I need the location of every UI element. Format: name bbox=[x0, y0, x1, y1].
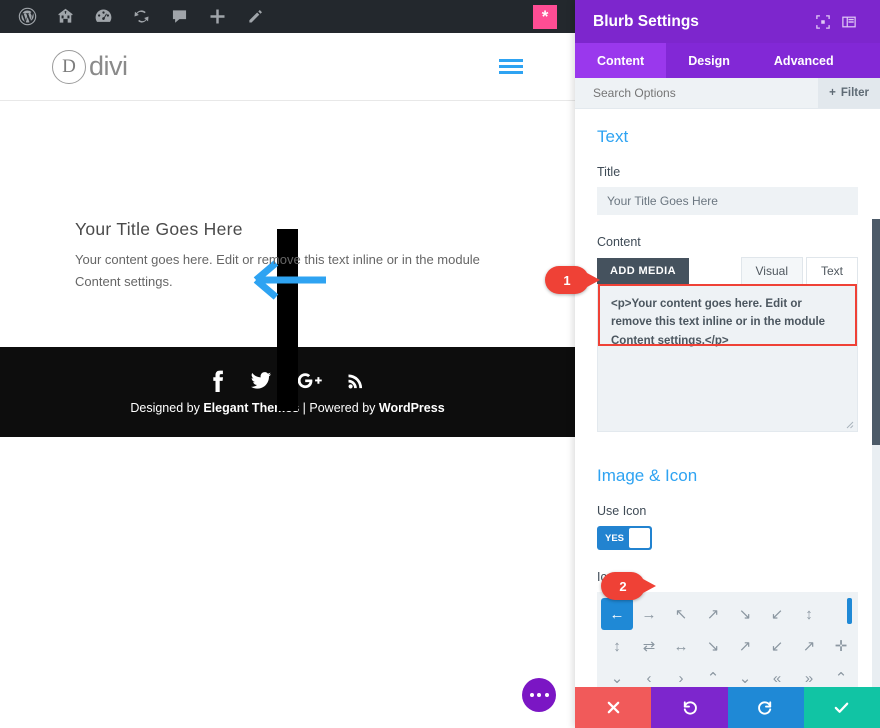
title-field-label: Title bbox=[597, 165, 621, 179]
settings-scroll-area[interactable]: Text Title Content ADD MEDIA Visual Text… bbox=[575, 109, 880, 687]
icon-move-icon[interactable]: ✛ bbox=[825, 630, 857, 662]
logo-mark-icon: D bbox=[52, 49, 86, 84]
tab-design[interactable]: Design bbox=[666, 43, 752, 78]
logo-text: divi bbox=[89, 51, 128, 81]
wp-admin-bar: * bbox=[0, 0, 575, 33]
icon-chevron-right-icon[interactable]: › bbox=[665, 662, 697, 687]
settings-tabs: Content Design Advanced bbox=[575, 43, 880, 78]
icon-chevron-down-icon[interactable]: ⌄ bbox=[601, 662, 633, 687]
filter-label: Filter bbox=[840, 87, 869, 99]
icon-arrow-left-icon[interactable]: ← bbox=[601, 598, 633, 630]
icon-expand-up-right-icon[interactable]: ↗ bbox=[729, 630, 761, 662]
rss-icon[interactable] bbox=[346, 370, 366, 392]
filter-button[interactable]: + Filter bbox=[818, 78, 880, 108]
icon-chevron-left-icon[interactable]: ‹ bbox=[633, 662, 665, 687]
redo-button[interactable] bbox=[727, 687, 804, 728]
section-title-text: Text bbox=[597, 127, 629, 146]
wordpress-icon[interactable] bbox=[8, 0, 46, 33]
credit-mid: | Powered by bbox=[299, 400, 379, 415]
tab-text[interactable]: Text bbox=[805, 257, 858, 284]
new-content-icon[interactable] bbox=[198, 0, 236, 33]
icon-arrow-up-right-icon[interactable]: ↗ bbox=[697, 598, 729, 630]
icon-exchange-icon[interactable]: ⇄ bbox=[633, 630, 665, 662]
add-media-button[interactable]: ADD MEDIA bbox=[597, 258, 689, 284]
icon-row: ↕ ⇄ ↔ ↘ ↗ ↙ ↗ ✛ ⌃ bbox=[601, 630, 854, 662]
site-header: D divi bbox=[0, 33, 575, 101]
icon-chevron-up-icon[interactable]: ⌃ bbox=[857, 630, 858, 662]
preview-body: Your Title Goes Here Your content goes h… bbox=[0, 101, 575, 411]
content-field-label: Content bbox=[597, 235, 641, 249]
icon-circle-chevron-down-icon[interactable]: ⌄ bbox=[857, 662, 858, 687]
icon-grid-scrollbar[interactable] bbox=[847, 598, 852, 624]
icon-circle-chevron-up-icon[interactable]: ⌃ bbox=[825, 662, 857, 687]
facebook-icon[interactable] bbox=[209, 370, 226, 392]
undo-button[interactable] bbox=[651, 687, 728, 728]
credit-brand-wordpress[interactable]: WordPress bbox=[379, 401, 445, 415]
edit-icon[interactable] bbox=[236, 0, 274, 33]
cancel-button[interactable] bbox=[575, 687, 652, 728]
hamburger-icon[interactable] bbox=[499, 59, 523, 74]
save-button[interactable] bbox=[803, 687, 880, 728]
icon-expand-down-right-icon[interactable]: ↘ bbox=[697, 630, 729, 662]
settings-header: Blurb Settings bbox=[575, 0, 880, 43]
credit-prefix: Designed by bbox=[130, 400, 204, 415]
icon-collapse-up-left-icon[interactable]: ↙ bbox=[761, 630, 793, 662]
responsive-preview-icon[interactable] bbox=[810, 9, 836, 35]
content-textarea-value: <p>Your content goes here. Edit or remov… bbox=[611, 298, 826, 347]
section-title-image-icon: Image & Icon bbox=[597, 466, 698, 485]
tab-visual[interactable]: Visual bbox=[740, 257, 803, 284]
blurb-settings-panel: Blurb Settings Content Design Advanced +… bbox=[575, 0, 880, 728]
editor-toolbar: ADD MEDIA Visual Text bbox=[597, 257, 858, 284]
search-bar: + Filter bbox=[575, 78, 880, 109]
blurb-body: Your content goes here. Edit or remove t… bbox=[75, 252, 480, 290]
settings-action-bar bbox=[575, 687, 880, 728]
content-textarea[interactable]: <p>Your content goes here. Edit or remov… bbox=[597, 284, 858, 432]
divi-builder-screen: * D divi Your Title Goes Here Your conte… bbox=[0, 0, 880, 728]
tab-advanced[interactable]: Advanced bbox=[752, 43, 856, 78]
icon-expand-diagonal-icon[interactable]: ↗ bbox=[793, 630, 825, 662]
use-icon-toggle-value: YES bbox=[605, 532, 625, 544]
home-icon[interactable] bbox=[46, 0, 84, 33]
icon-arrow-up-left-icon[interactable]: ↖ bbox=[665, 598, 697, 630]
dashboard-icon[interactable] bbox=[84, 0, 122, 33]
site-preview: * D divi Your Title Goes Here Your conte… bbox=[0, 0, 575, 728]
icon-arrow-down-right-icon[interactable]: ↘ bbox=[729, 598, 761, 630]
site-logo[interactable]: D divi bbox=[52, 49, 128, 84]
blurb-module[interactable]: Your Title Goes Here Your content goes h… bbox=[75, 219, 495, 293]
icon-row: ← → ↖ ↗ ↘ ↙ ↕ bbox=[601, 598, 854, 630]
editor-mode-tabs: Visual Text bbox=[740, 257, 858, 284]
resize-grip-icon[interactable] bbox=[844, 419, 854, 429]
divi-badge-icon[interactable]: * bbox=[533, 4, 557, 29]
updates-icon[interactable] bbox=[122, 0, 160, 33]
icon-arrows-vertical-icon[interactable]: ↕ bbox=[793, 598, 825, 630]
icon-double-chevron-up-icon[interactable]: ⌃ bbox=[697, 662, 729, 687]
callout-1: 1 bbox=[545, 266, 600, 294]
icon-double-chevron-left-icon[interactable]: « bbox=[761, 662, 793, 687]
use-icon-label: Use Icon bbox=[597, 504, 647, 518]
more-options-icon[interactable] bbox=[522, 678, 556, 712]
icon-double-chevron-down-icon[interactable]: ⌄ bbox=[729, 662, 761, 687]
plus-icon: + bbox=[829, 87, 836, 99]
icon-resize-vertical-icon[interactable]: ↕ bbox=[601, 630, 633, 662]
page-title: Blurb Settings bbox=[593, 12, 699, 30]
panel-scrollbar-thumb[interactable] bbox=[872, 219, 880, 445]
blurb-title: Your Title Goes Here bbox=[75, 219, 243, 239]
twitter-icon[interactable] bbox=[250, 370, 272, 392]
toggle-knob bbox=[629, 528, 650, 548]
tab-content[interactable]: Content bbox=[575, 43, 667, 78]
use-icon-toggle[interactable]: YES bbox=[597, 526, 652, 550]
icon-double-chevron-right-icon[interactable]: » bbox=[793, 662, 825, 687]
title-input[interactable] bbox=[597, 187, 858, 215]
layout-toggle-icon[interactable] bbox=[836, 9, 862, 35]
search-input[interactable] bbox=[593, 86, 819, 100]
comments-icon[interactable] bbox=[160, 0, 198, 33]
icon-row: ⌄ ‹ › ⌃ ⌄ « » ⌃ ⌄ bbox=[601, 662, 857, 688]
google-plus-icon[interactable] bbox=[296, 370, 322, 392]
icon-arrows-horizontal-icon[interactable]: ↔ bbox=[665, 630, 697, 662]
callout-2: 2 bbox=[601, 572, 656, 600]
icon-arrow-down-left-icon[interactable]: ↙ bbox=[761, 598, 793, 630]
icon-picker-grid[interactable]: ← → ↖ ↗ ↘ ↙ ↕ ↕ ⇄ ↔ ↘ ↗ ↙ ↗ ✛ ⌃ bbox=[597, 592, 858, 687]
icon-arrow-right-icon[interactable]: → bbox=[633, 598, 665, 630]
